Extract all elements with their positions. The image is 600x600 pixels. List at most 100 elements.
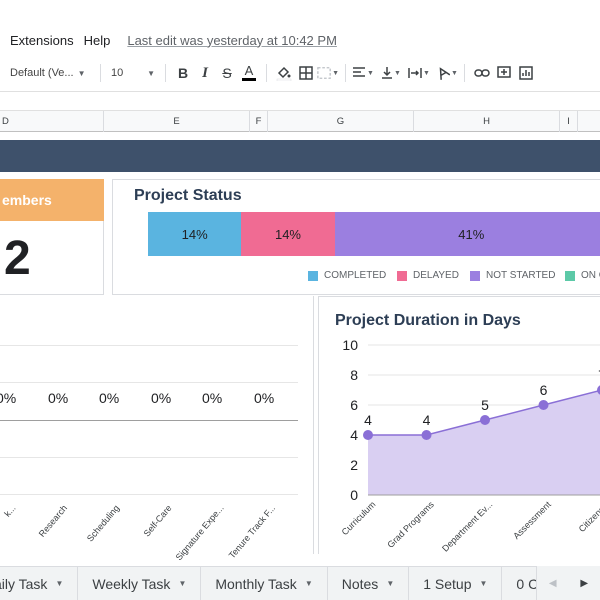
legend-on-going: ON G [565,270,600,281]
chevron-left-icon[interactable]: ◀ [549,578,557,589]
column-header-d[interactable]: D [0,111,104,132]
strikethrough-icon[interactable]: S [216,61,238,85]
formula-bar[interactable] [0,91,600,111]
data-point[interactable] [480,415,490,425]
link-icon[interactable] [471,61,493,85]
chevron-down-icon: ▼ [304,579,313,588]
data-label: 6 [540,382,548,398]
tab-monthly-task[interactable]: Monthly Task ▼ [201,567,328,600]
y-tick-label: 0 [350,487,358,503]
column-header-h[interactable]: H [414,111,560,132]
x-category-label: Assessment [511,499,553,541]
task-value-label: 0% [99,390,120,406]
status-segment: 41% [334,212,600,256]
toolbar: Default (Ve... ▼ 10 ▼ B I S A ▼ ▼ ▼ ▼ ▼ [0,58,600,88]
duration-chart-title: Project Duration in Days [335,312,521,329]
last-edit-link[interactable]: Last edit was yesterday at 10:42 PM [127,33,337,48]
menu-bar: Extensions Help Last edit was yesterday … [0,26,600,54]
chevron-down-icon: ▼ [178,579,187,588]
fill-color-icon[interactable] [273,61,295,85]
merge-cells-icon[interactable]: ▼ [317,61,339,85]
insert-chart-icon[interactable] [515,61,537,85]
tab-setup[interactable]: 1 Setup ▼ [409,567,503,600]
legend-not-started: NOT STARTED [470,270,555,281]
data-point[interactable] [538,400,549,410]
status-segment: 14% [241,212,335,256]
y-tick-label: 4 [350,427,358,443]
tab-weekly-task[interactable]: Weekly Task ▼ [78,567,202,600]
baseline [0,420,298,421]
italic-icon[interactable]: I [194,61,216,85]
font-size-value: 10 [111,67,124,79]
legend-swatch [565,270,575,281]
tab-scroll-controls: ◀ ▶ [536,566,600,600]
task-value-label: 0% [48,390,69,406]
legend-swatch [470,270,480,281]
toolbar-divider [100,64,101,82]
insert-comment-icon[interactable] [493,61,515,85]
chevron-down-icon: ▼ [77,68,86,78]
toolbar-divider [464,64,465,82]
task-value-label: 0% [202,390,223,406]
gridline [0,457,298,458]
members-card-title: embers [0,179,104,221]
chevron-down-icon: ▼ [147,68,155,78]
project-status-title: Project Status [134,187,242,204]
x-category-label: Department Ev... [440,499,494,553]
menu-help[interactable]: Help [79,33,116,48]
y-tick-label: 8 [350,367,358,383]
sheet-tabs-bar: aily Task▼ Weekly Task▼ Monthly Task▼ No… [0,566,600,600]
members-count: 2 [4,232,31,285]
x-category-label: Curriculum [340,499,378,537]
y-tick-label: 6 [350,397,358,413]
borders-icon[interactable] [295,61,317,85]
font-size-select[interactable]: 10 ▼ [107,61,159,85]
column-header-f[interactable]: F [250,111,268,132]
x-category-label: Citizenshi [577,499,600,534]
column-headers: D E F G H I [0,111,600,132]
legend-completed: COMPLETED [308,270,386,281]
column-header-e[interactable]: E [104,111,250,132]
dashboard-banner [0,140,600,172]
tab-daily-task[interactable]: aily Task▼ [0,567,79,600]
gridline [0,382,298,383]
toolbar-divider [266,64,267,82]
status-segment: 14% [148,212,242,256]
data-point[interactable] [363,430,373,440]
legend-swatch [397,270,407,281]
x-category-label: Grad Programs [385,499,436,550]
font-family-value: Default (Ve... [10,67,74,79]
legend-swatch [308,270,318,281]
menu-extensions[interactable]: Extensions [0,33,79,48]
data-point[interactable] [421,430,432,440]
data-label: 4 [364,412,372,428]
gridline [0,345,298,346]
task-value-label: 0% [254,390,275,406]
valign-bottom-icon[interactable]: ▼ [380,61,402,85]
chevron-down-icon: ▼ [55,579,64,588]
toolbar-divider [345,64,346,82]
align-left-icon[interactable]: ▼ [352,61,374,85]
gridline [0,494,298,495]
toolbar-divider [165,64,166,82]
legend-delayed: DELAYED [397,270,459,281]
bold-icon[interactable]: B [172,61,194,85]
chevron-down-icon: ▼ [386,579,395,588]
font-family-select[interactable]: Default (Ve... ▼ [6,61,94,85]
chevron-right-icon[interactable]: ▶ [580,578,588,589]
y-tick-label: 2 [350,457,358,473]
column-header-i[interactable]: I [560,111,578,132]
duration-area-chart: 02468104Curriculum4Grad Programs5Departm… [340,337,600,554]
tab-notes[interactable]: Notes ▼ [328,567,410,600]
task-value-label: 0% [151,390,172,406]
data-label: 5 [481,397,489,413]
chevron-down-icon: ▼ [479,579,488,588]
text-wrap-icon[interactable]: ▼ [408,61,430,85]
y-tick-label: 10 [342,337,358,353]
text-rotation-icon[interactable]: ▼ [436,61,458,85]
task-value-label: 0% [0,390,17,406]
data-label: 4 [423,412,431,428]
text-color-icon[interactable]: A [238,61,260,85]
project-status-bar: 14% 14% 41% [148,212,600,256]
column-header-g[interactable]: G [268,111,414,132]
